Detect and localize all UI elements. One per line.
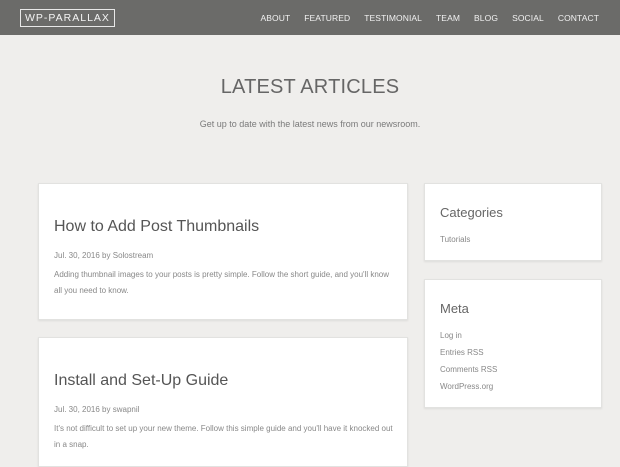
meta-widget-title: Meta	[440, 301, 469, 316]
categories-widget-title: Categories	[440, 205, 503, 220]
post-by: by	[102, 405, 111, 414]
post-author-link[interactable]: Solostream	[113, 251, 153, 260]
section-title: LATEST ARTICLES	[220, 76, 400, 98]
post-date: Jul. 30, 2016	[54, 251, 100, 260]
post-card: How to Add Post Thumbnails Jul. 30, 2016…	[38, 183, 408, 320]
meta-link-login[interactable]: Log in	[440, 327, 497, 344]
categories-list: Tutorials	[440, 231, 470, 248]
post-meta: Jul. 30, 2016 by swapnil	[54, 405, 139, 414]
post-card: Install and Set-Up Guide Jul. 30, 2016 b…	[38, 337, 408, 467]
categories-widget: Categories Tutorials	[424, 183, 602, 261]
post-title-link[interactable]: How to Add Post Thumbnails	[54, 218, 259, 236]
meta-list: Log in Entries RSS Comments RSS WordPres…	[440, 327, 497, 395]
section-subtitle: Get up to date with the latest news from…	[199, 119, 421, 129]
main-nav: ABOUT FEATURED TESTIMONIAL TEAM BLOG SOC…	[253, 13, 606, 23]
meta-link-wordpress-org[interactable]: WordPress.org	[440, 378, 497, 395]
site-logo[interactable]: WP-PARALLAX	[20, 8, 115, 27]
post-author-link[interactable]: swapnil	[113, 405, 140, 414]
nav-item-featured[interactable]: FEATURED	[297, 13, 357, 23]
nav-item-about[interactable]: ABOUT	[253, 13, 297, 23]
category-link-tutorials[interactable]: Tutorials	[440, 231, 470, 248]
nav-item-blog[interactable]: BLOG	[467, 13, 505, 23]
meta-link-comments-rss[interactable]: Comments RSS	[440, 361, 497, 378]
nav-item-team[interactable]: TEAM	[429, 13, 467, 23]
nav-item-social[interactable]: SOCIAL	[505, 13, 551, 23]
post-title-link[interactable]: Install and Set-Up Guide	[54, 372, 228, 390]
post-excerpt: Adding thumbnail images to your posts is…	[54, 270, 390, 295]
post-excerpt: It's not difficult to set up your new th…	[54, 424, 393, 449]
post-meta: Jul. 30, 2016 by Solostream	[54, 251, 153, 260]
meta-widget: Meta Log in Entries RSS Comments RSS Wor…	[424, 279, 602, 408]
meta-link-entries-rss[interactable]: Entries RSS	[440, 344, 497, 361]
post-by: by	[102, 251, 111, 260]
nav-item-contact[interactable]: CONTACT	[551, 13, 606, 23]
top-navigation-bar: WP-PARALLAX ABOUT FEATURED TESTIMONIAL T…	[0, 0, 620, 35]
nav-item-testimonial[interactable]: TESTIMONIAL	[357, 13, 429, 23]
post-date: Jul. 30, 2016	[54, 405, 100, 414]
